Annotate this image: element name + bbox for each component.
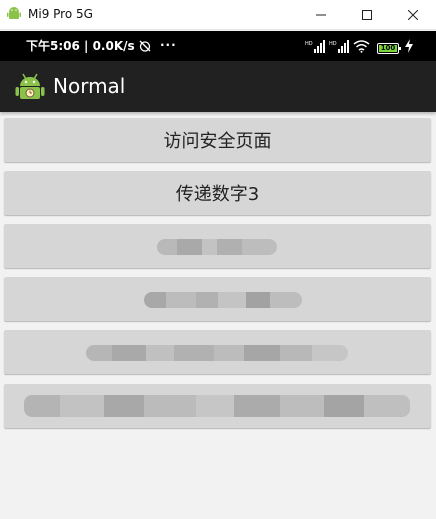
close-button[interactable] [390, 0, 436, 30]
redacted-button-1[interactable] [4, 224, 431, 268]
android-launcher-icon [15, 73, 45, 99]
window-title-bar: Mi9 Pro 5G [0, 0, 436, 30]
action-bar: Normal [0, 61, 436, 112]
visit-secure-page-button[interactable]: 访问安全页面 [4, 118, 431, 162]
redacted-label [144, 292, 302, 308]
button-label: 传递数字3 [175, 184, 260, 205]
signal-hd-icon: HD [329, 40, 349, 53]
alarm-off-icon [139, 40, 151, 52]
redacted-button-3[interactable] [4, 330, 431, 374]
redacted-label [157, 239, 277, 255]
redacted-label [86, 345, 348, 361]
minimize-icon [316, 14, 326, 16]
status-time: 下午5:06 | 0.0K/s [26, 39, 135, 53]
battery-icon: 100 [377, 43, 401, 54]
wifi-icon [353, 40, 370, 53]
svg-text:HD: HD [329, 41, 337, 47]
window-title: Mi9 Pro 5G [28, 7, 93, 21]
redacted-button-2[interactable] [4, 277, 431, 321]
close-icon [408, 10, 418, 20]
maximize-icon [362, 10, 372, 20]
android-icon [7, 7, 21, 19]
maximize-button[interactable] [344, 0, 390, 30]
battery-level: 100 [379, 44, 397, 52]
app-title: Normal [53, 74, 126, 98]
status-bar: 下午5:06 | 0.0K/s ··· HD HD 100 [0, 31, 436, 61]
signal-hd-icon: HD [305, 40, 325, 53]
redacted-label [24, 395, 410, 417]
more-notifications: ··· [160, 38, 177, 52]
charging-icon [405, 39, 413, 53]
minimize-button[interactable] [298, 0, 344, 30]
redacted-button-4[interactable] [4, 384, 431, 428]
svg-text:HD: HD [305, 41, 313, 47]
pass-number-button[interactable]: 传递数字3 [4, 171, 431, 215]
button-label: 访问安全页面 [163, 131, 272, 152]
